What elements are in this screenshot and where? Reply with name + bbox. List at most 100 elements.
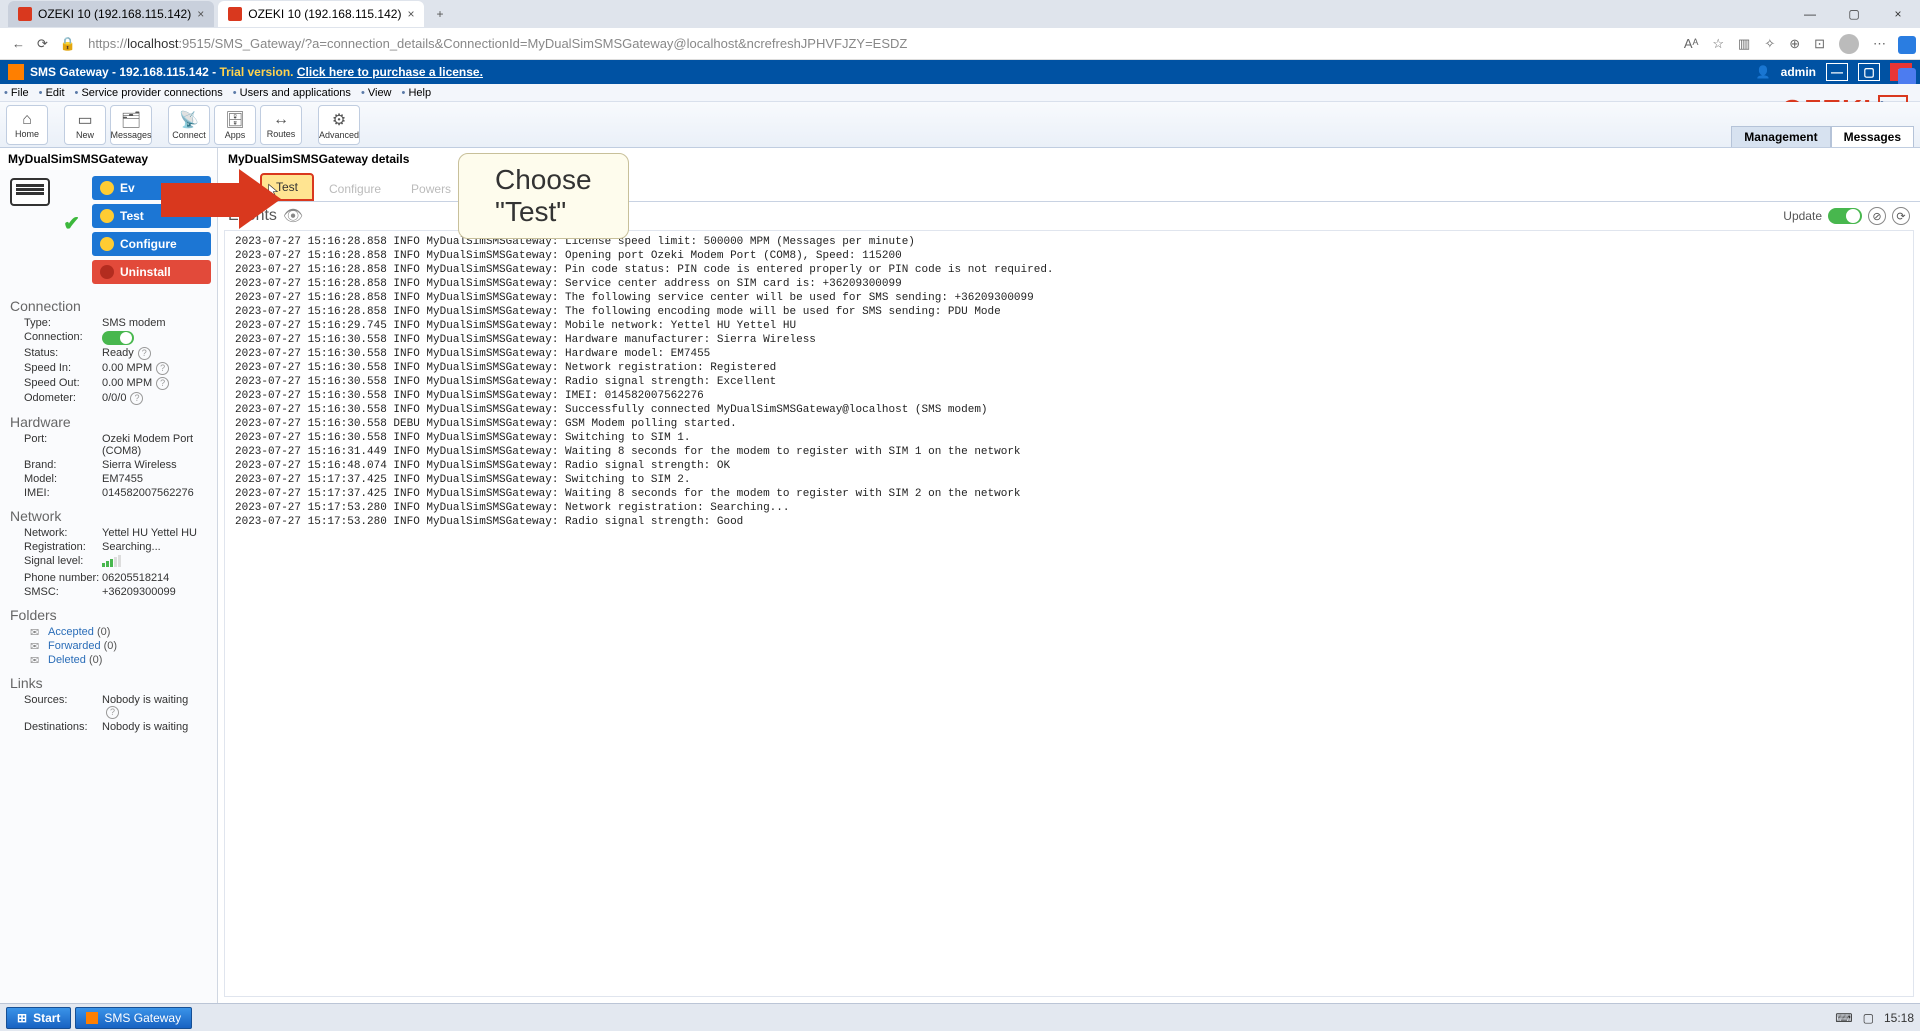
favorite-star-icon[interactable]: ☆: [1712, 36, 1724, 52]
events-title: Events: [228, 207, 277, 225]
user-label[interactable]: admin: [1781, 65, 1816, 79]
refresh-icon[interactable]: ⟳: [1892, 207, 1910, 225]
purchase-link[interactable]: Click here to purchase a license.: [297, 65, 483, 79]
refresh-icon[interactable]: ⟳: [37, 36, 48, 52]
split-screen-icon[interactable]: ▥: [1738, 36, 1750, 52]
smsc-value: +36209300099: [102, 586, 205, 598]
toolbar-apps[interactable]: 🗄Apps: [214, 105, 256, 145]
connection-toggle[interactable]: [102, 331, 134, 345]
tooltip: Choose "Test": [458, 153, 629, 239]
app-icon: [86, 1012, 98, 1024]
port-value: Ozeki Modem Port (COM8): [102, 433, 205, 457]
browser-tab-2[interactable]: OZEKI 10 (192.168.115.142) ×: [218, 1, 424, 27]
help-icon[interactable]: ?: [106, 706, 119, 719]
favicon-icon: [228, 7, 242, 21]
gear-icon: ⚙: [332, 110, 346, 130]
new-icon: ▭: [77, 110, 92, 130]
action-center-icon[interactable]: ▢: [1863, 1011, 1874, 1025]
menu-help[interactable]: Help: [402, 87, 432, 99]
eye-icon[interactable]: 👁: [283, 206, 303, 226]
apps-icon: 🗄: [225, 110, 245, 130]
links-heading: Links: [0, 667, 217, 693]
folders-heading: Folders: [0, 599, 217, 625]
menu-file[interactable]: File: [4, 87, 29, 99]
taskbar: ⊞ Start SMS Gateway ⌨ ▢ 15:18: [0, 1003, 1920, 1031]
taskbar-sms-gateway[interactable]: SMS Gateway: [75, 1007, 192, 1029]
app-minimize-icon[interactable]: —: [1826, 63, 1848, 81]
window-restore-icon[interactable]: ▢: [1832, 0, 1876, 28]
tab-messages[interactable]: Messages: [1831, 126, 1914, 147]
window-close-icon[interactable]: ×: [1876, 0, 1920, 28]
brand-value: Sierra Wireless: [102, 459, 205, 471]
toolbar: ⌂Home ▭New 🗂Messages 📡Connect 🗄Apps ↔Rou…: [0, 102, 1920, 148]
gateway-name: MyDualSimSMSGateway: [0, 148, 217, 170]
tab-powers[interactable]: Powers: [396, 176, 466, 201]
menu-edit[interactable]: Edit: [39, 87, 65, 99]
toolbar-connect[interactable]: 📡Connect: [168, 105, 210, 145]
keyboard-icon[interactable]: ⌨: [1835, 1011, 1852, 1025]
profile-avatar-icon[interactable]: [1839, 34, 1859, 54]
menu-service-provider[interactable]: Service provider connections: [75, 87, 223, 99]
extensions-icon[interactable]: ⊡: [1814, 36, 1825, 52]
help-icon[interactable]: ?: [156, 377, 169, 390]
connect-icon: 📡: [179, 110, 199, 130]
tab-management[interactable]: Management: [1731, 126, 1830, 147]
app-title-text: SMS Gateway - 192.168.115.142 -: [30, 65, 216, 79]
tab-configure[interactable]: Configure: [314, 176, 396, 201]
speedin-value: 0.00 MPM: [102, 362, 152, 374]
clock[interactable]: 15:18: [1884, 1011, 1914, 1025]
browser-tab-1[interactable]: OZEKI 10 (192.168.115.142) ×: [8, 1, 214, 27]
imei-value: 014582007562276: [102, 487, 205, 499]
events-button[interactable]: Ev: [92, 176, 211, 200]
detail-panel: MyDualSimSMSGateway details Test Choose …: [218, 148, 1920, 1003]
back-icon[interactable]: ←: [12, 36, 25, 51]
left-panel: MyDualSimSMSGateway ✔ Ev Test Configure …: [0, 148, 218, 1003]
toolbar-new[interactable]: ▭New: [64, 105, 106, 145]
more-icon[interactable]: ⋯: [1873, 36, 1886, 52]
folder-accepted[interactable]: Accepted (0): [0, 625, 217, 639]
test-button[interactable]: Test: [92, 204, 211, 228]
app-maximize-icon[interactable]: ▢: [1858, 63, 1880, 81]
log-area[interactable]: 2023-07-27 15:16:28.858 INFO MyDualSimSM…: [224, 230, 1914, 997]
device-icon: ✔: [6, 176, 86, 236]
toolbar-messages[interactable]: 🗂Messages: [110, 105, 152, 145]
toolbar-home[interactable]: ⌂Home: [6, 105, 48, 145]
lock-icon: 🔒: [60, 36, 76, 52]
url-field[interactable]: https://localhost:9515/SMS_Gateway/?a=co…: [88, 36, 1672, 51]
tab-events[interactable]: [230, 190, 260, 201]
close-icon[interactable]: ×: [407, 7, 414, 21]
menu-bar: File Edit Service provider connections U…: [0, 84, 1920, 102]
tab-test[interactable]: Test Choose "Test": [260, 173, 314, 201]
update-label: Update: [1783, 209, 1822, 223]
signal-icon: [102, 555, 121, 567]
help-icon[interactable]: ?: [156, 362, 169, 375]
app-title-bar: SMS Gateway - 192.168.115.142 - Trial ve…: [0, 60, 1920, 84]
help-icon[interactable]: ?: [138, 347, 151, 360]
tab-title: OZEKI 10 (192.168.115.142): [38, 7, 191, 21]
update-toggle[interactable]: [1828, 208, 1862, 224]
toolbar-advanced[interactable]: ⚙Advanced: [318, 105, 360, 145]
close-icon[interactable]: ×: [197, 7, 204, 21]
collections-icon[interactable]: ⊕: [1789, 36, 1800, 52]
hardware-heading: Hardware: [0, 406, 217, 432]
help-icon[interactable]: ?: [130, 392, 143, 405]
configure-button[interactable]: Configure: [92, 232, 211, 256]
text-size-icon[interactable]: Aᴬ: [1684, 36, 1699, 51]
browser-tab-strip: OZEKI 10 (192.168.115.142) × OZEKI 10 (1…: [0, 0, 1920, 28]
start-button[interactable]: ⊞ Start: [6, 1007, 71, 1029]
uninstall-button[interactable]: Uninstall: [92, 260, 211, 284]
menu-users[interactable]: Users and applications: [233, 87, 351, 99]
window-minimize-icon[interactable]: —: [1788, 0, 1832, 28]
model-value: EM7455: [102, 473, 205, 485]
favorites-bar-icon[interactable]: ✧: [1764, 36, 1775, 52]
toolbar-routes[interactable]: ↔Routes: [260, 105, 302, 145]
new-tab-button[interactable]: +: [428, 7, 451, 21]
connection-heading: Connection: [0, 290, 217, 316]
menu-view[interactable]: View: [361, 87, 392, 99]
status-value: Ready: [102, 347, 134, 359]
sidebar-app-icon[interactable]: [1898, 36, 1916, 54]
home-icon: ⌂: [22, 111, 32, 129]
folder-forwarded[interactable]: Forwarded (0): [0, 639, 217, 653]
cancel-icon[interactable]: ⊘: [1868, 207, 1886, 225]
folder-deleted[interactable]: Deleted (0): [0, 653, 217, 667]
